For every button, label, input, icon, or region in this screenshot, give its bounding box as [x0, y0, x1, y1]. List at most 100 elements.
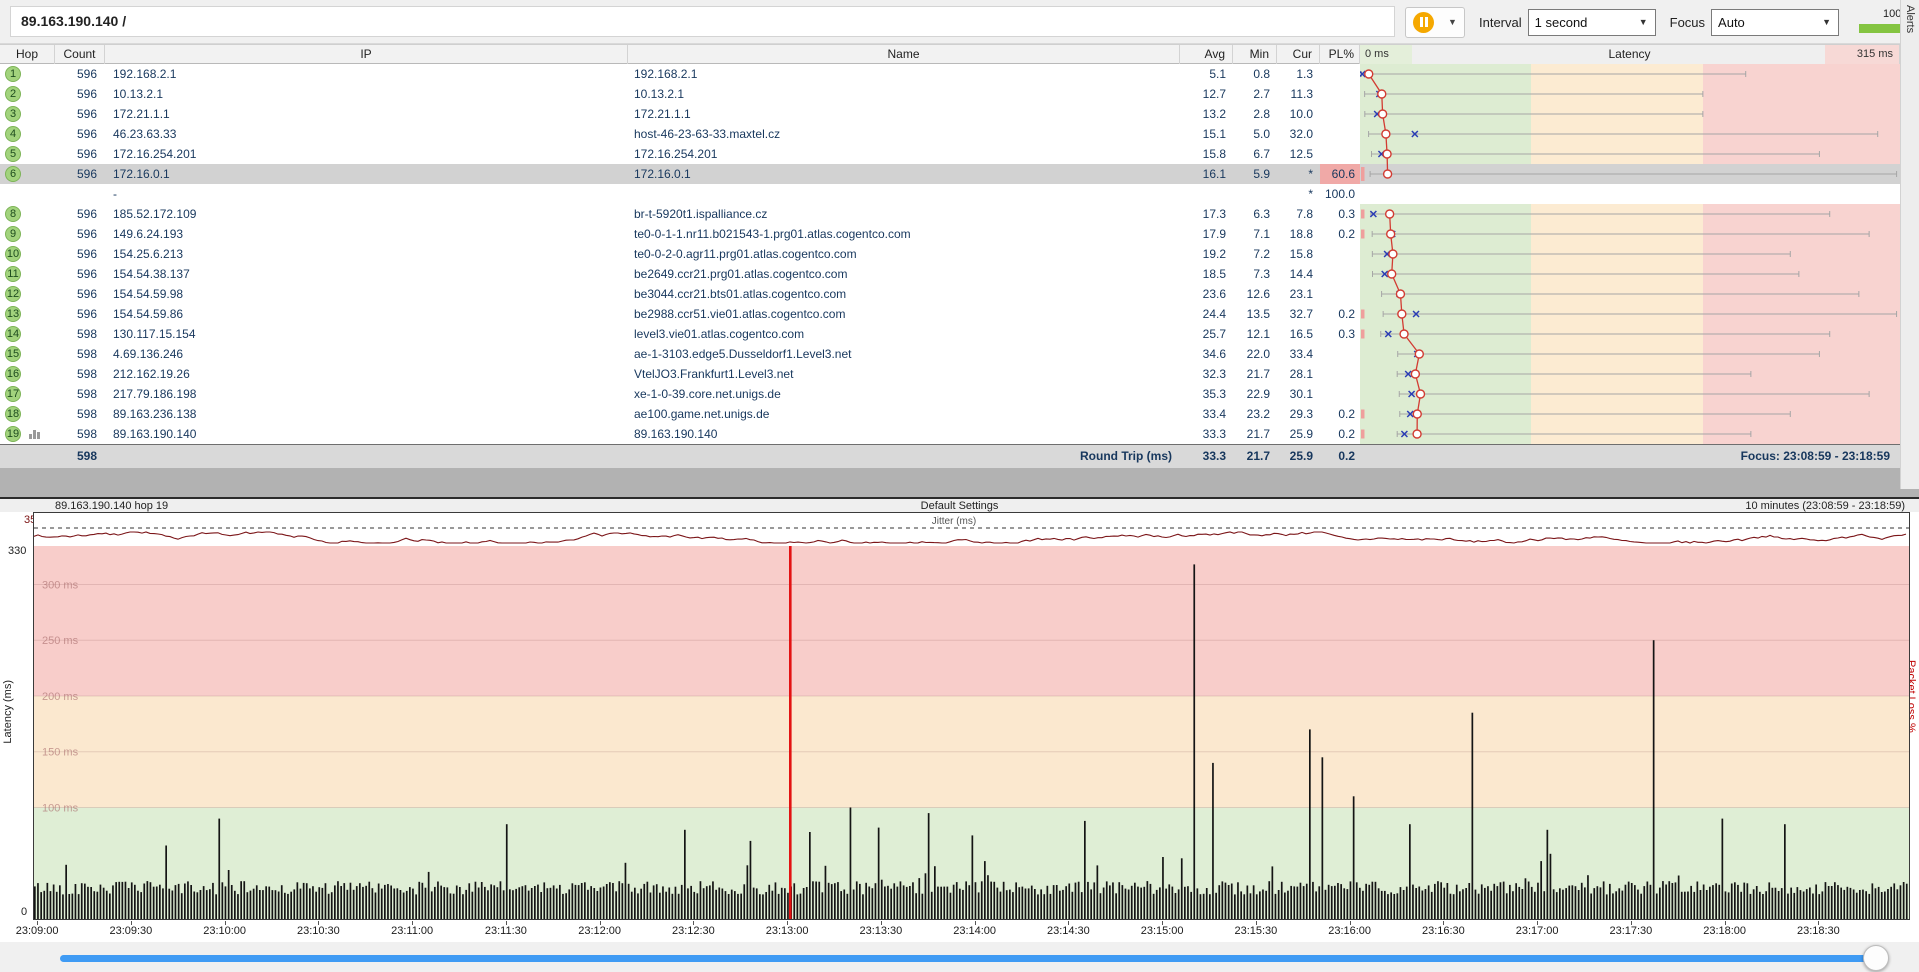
ip-cell: 185.52.172.109 — [105, 204, 628, 224]
pause-button[interactable] — [1405, 7, 1442, 38]
hop-number-badge: 18 — [5, 406, 21, 422]
avg-cell: 23.6 — [1180, 284, 1233, 304]
hop-cell: 15 — [0, 344, 55, 364]
hop-number-badge: 1 — [5, 66, 21, 82]
count-cell: 598 — [55, 424, 105, 444]
time-tick-label: 23:09:30 — [109, 925, 152, 937]
alerts-side-tab[interactable]: Alerts — [1900, 0, 1919, 489]
pl-cell: 60.6 — [1320, 164, 1360, 184]
min-cell: 7.2 — [1233, 244, 1277, 264]
cur-cell: 23.1 — [1277, 284, 1320, 304]
interval-select[interactable]: 1 second▼ — [1528, 9, 1656, 36]
count-cell: 596 — [55, 304, 105, 324]
chevron-down-icon: ▼ — [1822, 17, 1831, 27]
timeline-scrollbar[interactable] — [0, 942, 1919, 972]
cur-cell: 12.5 — [1277, 144, 1320, 164]
table-header-row: Hop Count IP Name Avg Min Cur PL% 0 ms L… — [0, 44, 1900, 64]
time-tick-label: 23:11:30 — [485, 925, 527, 937]
time-tick-label: 23:15:00 — [1141, 925, 1184, 937]
pl-cell — [1320, 364, 1360, 384]
left-axis-title: Latency (ms) — [2, 680, 14, 744]
count-cell: 598 — [55, 404, 105, 424]
hop-row[interactable]: 12596154.54.59.98be3044.ccr21.bts01.atla… — [0, 284, 1900, 304]
min-cell: 6.7 — [1233, 144, 1277, 164]
section-divider[interactable] — [0, 468, 1919, 497]
header-hop[interactable]: Hop — [0, 45, 55, 65]
ip-cell: 154.54.59.86 — [105, 304, 628, 324]
hop-row[interactable]: 1959889.163.190.14089.163.190.14033.321.… — [0, 424, 1900, 444]
min-cell: 22.0 — [1233, 344, 1277, 364]
hop-row[interactable]: 155984.69.136.246ae-1-3103.edge5.Dusseld… — [0, 344, 1900, 364]
hop-row[interactable]: 17598217.79.186.198xe-1-0-39.core.net.un… — [0, 384, 1900, 404]
hop-row[interactable]: 6596172.16.0.1172.16.0.116.15.9*60.6 — [0, 164, 1900, 184]
name-cell: VtelJO3.Frankfurt1.Level3.net — [628, 364, 1180, 384]
header-name[interactable]: Name — [628, 45, 1180, 65]
chart-icon — [29, 429, 40, 439]
hop-row[interactable]: 8596185.52.172.109br-t-5920t1.ispallianc… — [0, 204, 1900, 224]
avg-cell: 35.3 — [1180, 384, 1233, 404]
hop-row[interactable]: 9596149.6.24.193te0-0-1-1.nr11.b021543-1… — [0, 224, 1900, 244]
toolbar: 89.163.190.140 / ▼ Interval 1 second▼ Fo… — [0, 0, 1919, 44]
pl-cell — [1320, 284, 1360, 304]
svg-text:100 ms: 100 ms — [42, 802, 79, 814]
timeline-plot[interactable]: Jitter (ms) 300 ms250 ms200 ms150 ms100 … — [33, 512, 1910, 920]
hop-number-badge: 9 — [5, 226, 21, 242]
cur-cell: 16.5 — [1277, 324, 1320, 344]
time-tick-label: 23:16:30 — [1422, 925, 1465, 937]
svg-text:150 ms: 150 ms — [42, 747, 79, 759]
scrollbar-thumb[interactable] — [1863, 945, 1889, 971]
pl-cell — [1320, 244, 1360, 264]
header-latency[interactable]: 0 ms Latency 315 ms — [1360, 45, 1900, 65]
time-tick-label: 23:15:30 — [1234, 925, 1277, 937]
target-address-bar[interactable]: 89.163.190.140 / — [10, 6, 1395, 37]
time-tick-label: 23:12:30 — [672, 925, 715, 937]
hop-row[interactable]: 14598130.117.15.154level3.vie01.atlas.co… — [0, 324, 1900, 344]
header-avg[interactable]: Avg — [1180, 45, 1233, 65]
hop-cell: 19 — [0, 424, 55, 444]
hop-number-badge: 13 — [5, 306, 21, 322]
chevron-down-icon: ▼ — [1639, 17, 1648, 27]
hop-row[interactable]: 10596154.25.6.213te0-0-2-0.agr11.prg01.a… — [0, 244, 1900, 264]
count-cell: 596 — [55, 224, 105, 244]
hop-row[interactable]: 1596192.168.2.1192.168.2.15.10.81.3 — [0, 64, 1900, 84]
hop-row[interactable]: 459646.23.63.33host-46-23-63-33.maxtel.c… — [0, 124, 1900, 144]
ip-cell: 192.168.2.1 — [105, 64, 628, 84]
ip-cell: 172.16.0.1 — [105, 164, 628, 184]
hop-number-badge: 14 — [5, 326, 21, 342]
pause-dropdown-button[interactable]: ▼ — [1441, 7, 1465, 38]
header-cur[interactable]: Cur — [1277, 45, 1320, 65]
count-cell: 596 — [55, 284, 105, 304]
hop-cell: 17 — [0, 384, 55, 404]
latency-cell — [1360, 404, 1900, 424]
hop-row[interactable]: 259610.13.2.110.13.2.112.72.711.3 — [0, 84, 1900, 104]
avg-cell: 12.7 — [1180, 84, 1233, 104]
focus-select[interactable]: Auto▼ — [1711, 9, 1839, 36]
hop-number-badge: 11 — [5, 266, 21, 282]
header-count[interactable]: Count — [55, 45, 105, 65]
hop-row[interactable]: 11596154.54.38.137be2649.ccr21.prg01.atl… — [0, 264, 1900, 284]
latency-cell — [1360, 284, 1900, 304]
hop-row[interactable]: 3596172.21.1.1172.21.1.113.22.810.0 — [0, 104, 1900, 124]
hop-row[interactable]: 1859889.163.236.138ae100.game.net.unigs.… — [0, 404, 1900, 424]
hop-row[interactable]: 16598212.162.19.26VtelJO3.Frankfurt1.Lev… — [0, 364, 1900, 384]
pl-cell — [1320, 144, 1360, 164]
header-pl[interactable]: PL% — [1320, 45, 1360, 65]
header-min[interactable]: Min — [1233, 45, 1277, 65]
ip-cell: 149.6.24.193 — [105, 224, 628, 244]
latency-cell — [1360, 384, 1900, 404]
min-cell — [1233, 184, 1277, 204]
pl-cell: 0.2 — [1320, 224, 1360, 244]
time-tick-label: 23:12:00 — [578, 925, 621, 937]
cur-cell: 7.8 — [1277, 204, 1320, 224]
avg-cell: 5.1 — [1180, 64, 1233, 84]
latency-cell — [1360, 184, 1900, 204]
time-tick-label: 23:18:30 — [1797, 925, 1840, 937]
scrollbar-track-bar[interactable] — [60, 955, 1870, 962]
avg-cell: 13.2 — [1180, 104, 1233, 124]
header-ip[interactable]: IP — [105, 45, 628, 65]
hop-row[interactable]: 13596154.54.59.86be2988.ccr51.vie01.atla… — [0, 304, 1900, 324]
min-cell: 7.3 — [1233, 264, 1277, 284]
pl-cell: 0.3 — [1320, 324, 1360, 344]
hop-row[interactable]: 5596172.16.254.201172.16.254.20115.86.71… — [0, 144, 1900, 164]
hop-row[interactable]: -*100.0 — [0, 184, 1900, 204]
